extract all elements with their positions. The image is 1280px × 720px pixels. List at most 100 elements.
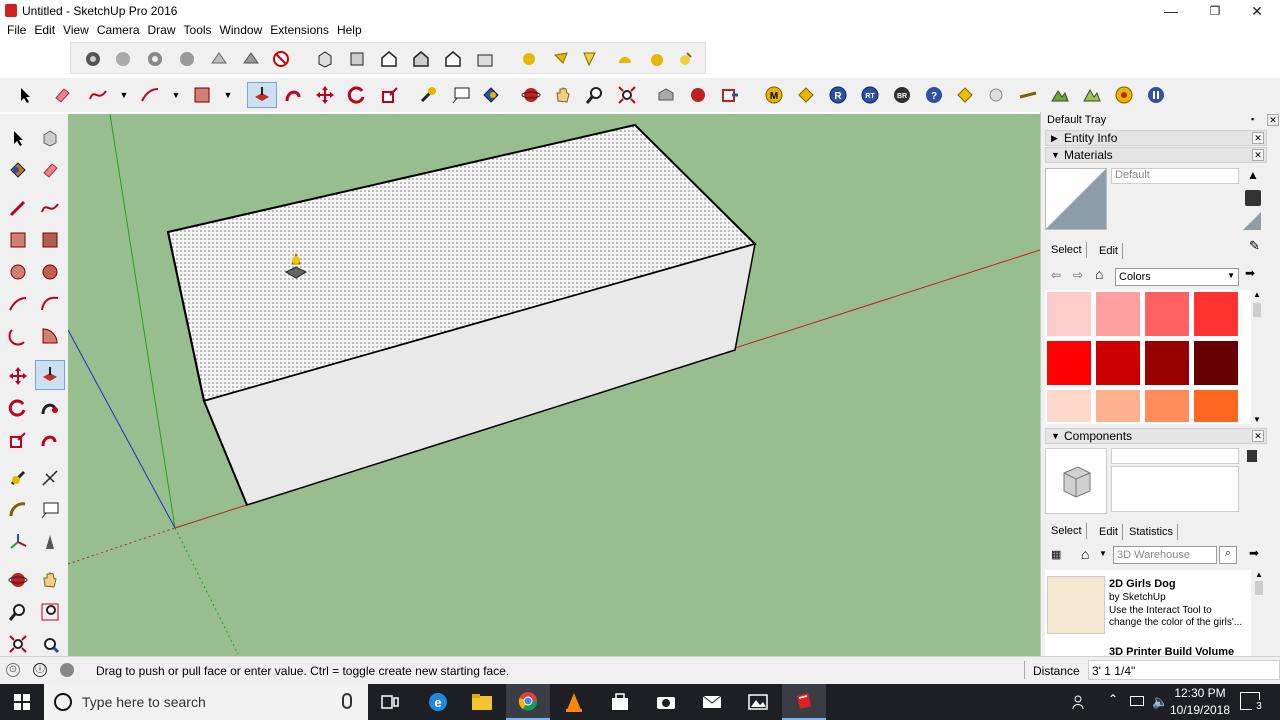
zoom-icon[interactable] bbox=[585, 85, 605, 105]
tag-plugin-icon[interactable] bbox=[796, 85, 816, 105]
zoom-extents-icon[interactable] bbox=[8, 634, 28, 654]
color-swatch[interactable] bbox=[1095, 389, 1141, 423]
scroll-thumb[interactable] bbox=[1255, 581, 1263, 595]
tab-select[interactable]: Select bbox=[1047, 523, 1087, 539]
component-title[interactable]: 2D Girls Dog bbox=[1109, 578, 1176, 590]
rotate-icon[interactable] bbox=[347, 85, 367, 105]
details-arrow-icon[interactable]: ➡ bbox=[1245, 266, 1255, 280]
shaded-style-icon[interactable] bbox=[209, 49, 229, 69]
display-secondary-icon[interactable] bbox=[1243, 212, 1261, 230]
menu-help[interactable]: Help bbox=[336, 22, 369, 40]
color-swatch[interactable] bbox=[1046, 340, 1092, 386]
help-plugin-icon[interactable]: ? bbox=[924, 85, 944, 105]
default-material-icon[interactable]: ▲ bbox=[1247, 168, 1259, 182]
color-swatch[interactable] bbox=[1144, 340, 1190, 386]
3d-text-icon[interactable] bbox=[40, 532, 60, 552]
material-name-field[interactable]: Default bbox=[1111, 168, 1239, 184]
axes-icon[interactable] bbox=[8, 532, 28, 552]
create-material-icon[interactable] bbox=[1245, 190, 1261, 206]
two-point-arc-icon[interactable] bbox=[40, 294, 60, 314]
back-view-icon[interactable] bbox=[443, 49, 463, 69]
chevron-up-icon[interactable]: ⌃ bbox=[1108, 692, 1118, 706]
components-share-icon[interactable] bbox=[688, 85, 708, 105]
eraser-icon[interactable] bbox=[40, 160, 60, 180]
color-swatch[interactable] bbox=[1193, 340, 1239, 386]
pin-icon[interactable]: ▪ bbox=[1251, 114, 1254, 124]
paint-bucket-icon[interactable] bbox=[481, 85, 501, 105]
component-title[interactable]: 3D Printer Build Volume bbox=[1109, 646, 1234, 656]
warehouse-search-input[interactable]: 3D Warehouse bbox=[1113, 546, 1217, 564]
protractor-icon[interactable] bbox=[8, 500, 28, 520]
file-explorer-icon[interactable] bbox=[460, 684, 504, 720]
offset-icon[interactable] bbox=[40, 430, 60, 450]
scene-canvas[interactable] bbox=[68, 114, 1040, 656]
home-icon[interactable]: ⌂ bbox=[1081, 546, 1089, 562]
menu-edit[interactable]: Edit bbox=[33, 22, 62, 40]
menu-draw[interactable]: Draw bbox=[147, 22, 183, 40]
chevron-down-icon[interactable]: ▼ bbox=[218, 85, 238, 105]
polygon-icon[interactable] bbox=[40, 262, 60, 282]
arc-icon[interactable] bbox=[140, 85, 160, 105]
move-icon[interactable] bbox=[8, 366, 28, 386]
home-icon[interactable]: ⌂ bbox=[1095, 266, 1103, 282]
line-pencil-icon[interactable] bbox=[8, 198, 28, 218]
component-scrollbar[interactable]: ▲ bbox=[1253, 570, 1265, 656]
minimize-button[interactable]: — bbox=[1148, 0, 1194, 22]
tab-select[interactable]: Select bbox=[1047, 242, 1087, 258]
chrome-icon[interactable] bbox=[506, 684, 550, 720]
camera-icon[interactable] bbox=[644, 684, 688, 720]
pan-hand-icon[interactable] bbox=[553, 85, 573, 105]
menu-file[interactable]: File bbox=[6, 22, 33, 40]
scroll-thumb[interactable] bbox=[1253, 303, 1261, 317]
color-swatch[interactable] bbox=[1193, 389, 1239, 423]
shadow-settings-icon[interactable] bbox=[551, 49, 571, 69]
orbit-icon[interactable] bbox=[521, 85, 541, 105]
mail-icon[interactable] bbox=[690, 684, 734, 720]
color-swatch[interactable] bbox=[1144, 389, 1190, 423]
microphone-icon[interactable] bbox=[342, 693, 352, 709]
freehand-icon[interactable] bbox=[40, 198, 60, 218]
rectangle-icon[interactable] bbox=[192, 85, 212, 105]
scroll-up-icon[interactable]: ▲ bbox=[1251, 290, 1263, 299]
br-plugin-icon[interactable]: BR bbox=[892, 85, 912, 105]
view-options-icon[interactable]: ▦ bbox=[1051, 548, 1061, 561]
people-icon[interactable] bbox=[1072, 694, 1088, 710]
make-component-icon[interactable] bbox=[40, 128, 60, 148]
task-view-icon[interactable] bbox=[368, 684, 412, 720]
follow-me-icon[interactable] bbox=[40, 398, 60, 418]
text-icon[interactable] bbox=[40, 500, 60, 520]
sphere-icon[interactable] bbox=[986, 85, 1006, 105]
rotated-rectangle-icon[interactable] bbox=[40, 230, 60, 250]
hidden-line-style-icon[interactable] bbox=[177, 49, 197, 69]
color-swatch[interactable] bbox=[1095, 291, 1141, 337]
extension-warehouse-icon[interactable] bbox=[720, 85, 740, 105]
select-arrow-icon[interactable] bbox=[8, 128, 28, 148]
taskbar-search-box[interactable]: Type here to search bbox=[44, 684, 368, 720]
select-arrow-icon[interactable] bbox=[15, 85, 35, 105]
component-options-icon[interactable] bbox=[1247, 450, 1257, 462]
scale-icon[interactable] bbox=[8, 430, 28, 450]
color-swatch[interactable] bbox=[1193, 291, 1239, 337]
close-icon[interactable]: ✕ bbox=[1252, 149, 1264, 161]
fog-icon[interactable] bbox=[579, 49, 599, 69]
eraser-icon[interactable] bbox=[52, 85, 72, 105]
section-cut-icon[interactable] bbox=[647, 49, 667, 69]
component-thumbnail[interactable] bbox=[1047, 576, 1105, 634]
wireframe-style-icon[interactable] bbox=[145, 49, 165, 69]
offset-icon[interactable] bbox=[284, 85, 304, 105]
modeling-viewport[interactable] bbox=[68, 114, 1040, 656]
paint-bucket-icon[interactable] bbox=[8, 160, 28, 180]
photos-icon[interactable] bbox=[736, 684, 780, 720]
arc-icon[interactable] bbox=[8, 294, 28, 314]
r-plugin-icon[interactable]: R bbox=[828, 85, 848, 105]
vlc-icon[interactable] bbox=[552, 684, 596, 720]
left-view-icon[interactable] bbox=[475, 49, 495, 69]
scroll-up-icon[interactable]: ▲ bbox=[1253, 570, 1265, 579]
tab-edit[interactable]: Edit bbox=[1095, 243, 1123, 259]
menu-window[interactable]: Window bbox=[219, 22, 270, 40]
measurements-input[interactable]: 3' 1 1/4" bbox=[1088, 660, 1280, 680]
menu-tools[interactable]: Tools bbox=[183, 22, 219, 40]
clock-date[interactable]: 10/19/2018 bbox=[1166, 703, 1234, 717]
component-name-field[interactable] bbox=[1111, 448, 1239, 464]
color-swatch[interactable] bbox=[1046, 389, 1092, 423]
